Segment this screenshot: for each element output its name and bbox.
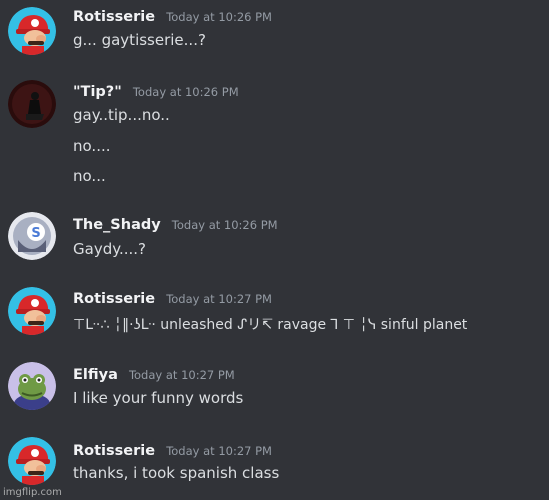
- message-text: Gaydy....?: [73, 240, 146, 258]
- message-text: no...: [73, 167, 106, 185]
- mario-avatar-icon[interactable]: [8, 437, 56, 485]
- username[interactable]: Rotisserie: [73, 9, 155, 25]
- dark-figure-avatar-icon[interactable]: [8, 80, 56, 128]
- username[interactable]: The_Shady: [73, 217, 161, 233]
- timestamp: Today at 10:27 PM: [166, 444, 272, 458]
- timestamp: Today at 10:27 PM: [166, 292, 272, 306]
- frog-avatar-icon[interactable]: [8, 362, 56, 410]
- timestamp: Today at 10:26 PM: [171, 218, 278, 232]
- shady-face-avatar-icon[interactable]: S: [8, 212, 56, 260]
- mario-avatar-icon[interactable]: [8, 7, 56, 55]
- message-text: gay..tip...no..: [73, 106, 170, 124]
- svg-text:S: S: [31, 226, 40, 241]
- message-header: Elfiya Today at 10:27 PM: [73, 364, 235, 383]
- message-header: "Tip?" Today at 10:26 PM: [73, 81, 239, 100]
- message-header: The_Shady Today at 10:26 PM: [73, 214, 278, 233]
- username[interactable]: Rotisserie: [73, 443, 155, 459]
- message-text: no....: [73, 137, 111, 155]
- message-text: g... gaytisserie...?: [73, 31, 206, 49]
- timestamp: Today at 10:26 PM: [132, 85, 239, 99]
- message-text: ⊤ᒷ·∴ ╎‖·ʖᒷ· unleashed ᔑリ↸ ravage ⅂ ⊤ ╎ᓭ …: [73, 317, 468, 333]
- message-text: thanks, i took spanish class: [73, 464, 280, 482]
- message-header: Rotisserie Today at 10:26 PM: [73, 6, 272, 25]
- message-header: Rotisserie Today at 10:27 PM: [73, 440, 272, 459]
- username[interactable]: Rotisserie: [73, 291, 155, 307]
- imgflip-watermark: imgflip.com: [3, 487, 62, 498]
- message-text: I like your funny words: [73, 389, 244, 407]
- username[interactable]: Elfiya: [73, 367, 118, 383]
- message-header: Rotisserie Today at 10:27 PM: [73, 288, 272, 307]
- mario-avatar-icon[interactable]: [8, 287, 56, 335]
- username[interactable]: "Tip?": [73, 84, 122, 100]
- timestamp: Today at 10:26 PM: [166, 10, 272, 24]
- timestamp: Today at 10:27 PM: [128, 368, 235, 382]
